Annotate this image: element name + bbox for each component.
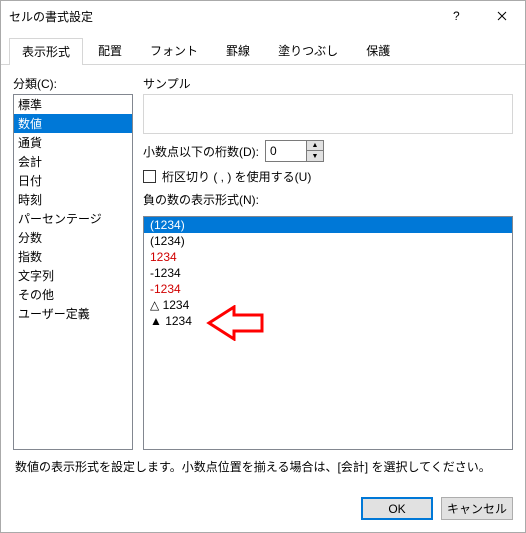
category-item-custom[interactable]: ユーザー定義: [14, 304, 132, 323]
close-button[interactable]: [479, 1, 525, 31]
sample-label: サンプル: [143, 75, 513, 92]
tabstrip: 表示形式 配置 フォント 罫線 塗りつぶし 保護: [1, 31, 525, 65]
cancel-button[interactable]: キャンセル: [441, 497, 513, 520]
category-item-accounting[interactable]: 会計: [14, 152, 132, 171]
tab-border[interactable]: 罫線: [213, 37, 263, 64]
decimal-places-label: 小数点以下の桁数(D):: [143, 143, 259, 160]
tab-fill[interactable]: 塗りつぶし: [265, 37, 351, 64]
window-title: セルの書式設定: [9, 8, 433, 25]
help-button[interactable]: ?: [433, 1, 479, 31]
tab-number-format[interactable]: 表示形式: [9, 38, 83, 65]
spinner-down-button[interactable]: ▼: [307, 151, 323, 161]
negative-format-listbox[interactable]: (1234) (1234) 1234 -1234 -1234 △ 1234 ▲ …: [143, 216, 513, 450]
category-item-fraction[interactable]: 分数: [14, 228, 132, 247]
category-item-currency[interactable]: 通貨: [14, 133, 132, 152]
category-item-text[interactable]: 文字列: [14, 266, 132, 285]
negative-item-6[interactable]: ▲ 1234: [144, 313, 512, 329]
tab-protection[interactable]: 保護: [353, 37, 403, 64]
dialog-window: セルの書式設定 ? 表示形式 配置 フォント 罫線 塗りつぶし 保護 分類(C)…: [0, 0, 526, 533]
category-item-number[interactable]: 数値: [14, 114, 132, 133]
description-text: 数値の表示形式を設定します。小数点位置を揃える場合は、[会計] を選択してくださ…: [13, 450, 513, 479]
negative-item-2[interactable]: 1234: [144, 249, 512, 265]
category-item-scientific[interactable]: 指数: [14, 247, 132, 266]
category-item-time[interactable]: 時刻: [14, 190, 132, 209]
category-item-special[interactable]: その他: [14, 285, 132, 304]
category-item-date[interactable]: 日付: [14, 171, 132, 190]
ok-button[interactable]: OK: [361, 497, 433, 520]
tab-alignment[interactable]: 配置: [85, 37, 135, 64]
category-item-percentage[interactable]: パーセンテージ: [14, 209, 132, 228]
category-label: 分類(C):: [13, 75, 133, 92]
negative-item-1[interactable]: (1234): [144, 233, 512, 249]
thousand-separator-checkbox[interactable]: 桁区切り ( , ) を使用する(U): [143, 168, 513, 185]
decimal-places-input[interactable]: [266, 141, 306, 161]
checkbox-box[interactable]: [143, 170, 156, 183]
svg-text:?: ?: [453, 9, 460, 23]
decimal-places-spinner[interactable]: ▲ ▼: [265, 140, 324, 162]
negative-format-label: 負の数の表示形式(N):: [143, 191, 513, 208]
sample-box: [143, 94, 513, 134]
titlebar: セルの書式設定 ?: [1, 1, 525, 31]
thousand-separator-label: 桁区切り ( , ) を使用する(U): [162, 168, 311, 185]
dialog-body: 分類(C): 標準 数値 通貨 会計 日付 時刻 パーセンテージ 分数 指数 文…: [1, 65, 525, 487]
tab-font[interactable]: フォント: [137, 37, 211, 64]
negative-item-0[interactable]: (1234): [144, 217, 512, 233]
category-listbox[interactable]: 標準 数値 通貨 会計 日付 時刻 パーセンテージ 分数 指数 文字列 その他 …: [13, 94, 133, 450]
negative-item-4[interactable]: -1234: [144, 281, 512, 297]
category-item-standard[interactable]: 標準: [14, 95, 132, 114]
spinner-up-button[interactable]: ▲: [307, 141, 323, 151]
dialog-footer: OK キャンセル: [1, 487, 525, 532]
negative-item-3[interactable]: -1234: [144, 265, 512, 281]
negative-item-5[interactable]: △ 1234: [144, 297, 512, 313]
